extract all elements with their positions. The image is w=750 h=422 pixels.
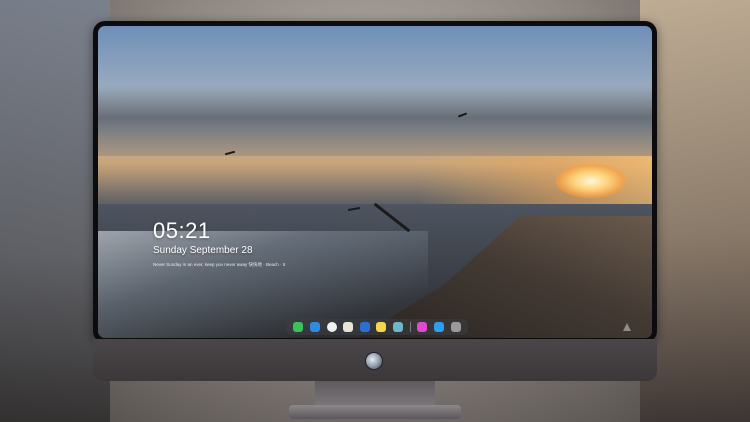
- lock-subline: Never Sunday in an ever, keep you never …: [153, 262, 286, 267]
- video-icon[interactable]: [359, 322, 370, 332]
- monitor: 05:21 Sunday September 28 Never Sunday i…: [93, 21, 657, 419]
- lock-clock: 05:21: [153, 218, 211, 243]
- dock: [286, 319, 468, 335]
- brand-logo-icon: [365, 352, 383, 370]
- safari-icon[interactable]: [326, 322, 337, 332]
- monitor-stand-neck: [315, 381, 435, 407]
- app-store-icon[interactable]: [433, 322, 444, 332]
- preview-icon[interactable]: [393, 322, 404, 332]
- lock-date: Sunday September 28: [153, 245, 253, 256]
- monitor-stand-foot: [289, 405, 461, 419]
- lock-screen[interactable]: 05:21 Sunday September 28 Never Sunday i…: [98, 26, 652, 338]
- messages-icon[interactable]: [293, 322, 304, 332]
- photos-icon[interactable]: [343, 322, 354, 332]
- monitor-bezel: 05:21 Sunday September 28 Never Sunday i…: [93, 21, 657, 343]
- dock-separator: [409, 322, 411, 332]
- notes-icon[interactable]: [376, 322, 387, 332]
- music-icon[interactable]: [417, 322, 428, 332]
- wallpaper-clouds: [98, 86, 652, 156]
- camera-icon[interactable]: [450, 322, 461, 332]
- monitor-chin: [93, 339, 657, 381]
- corner-indicator-icon: [623, 323, 631, 331]
- wallpaper-sun: [556, 164, 626, 198]
- finder-icon[interactable]: [309, 322, 320, 332]
